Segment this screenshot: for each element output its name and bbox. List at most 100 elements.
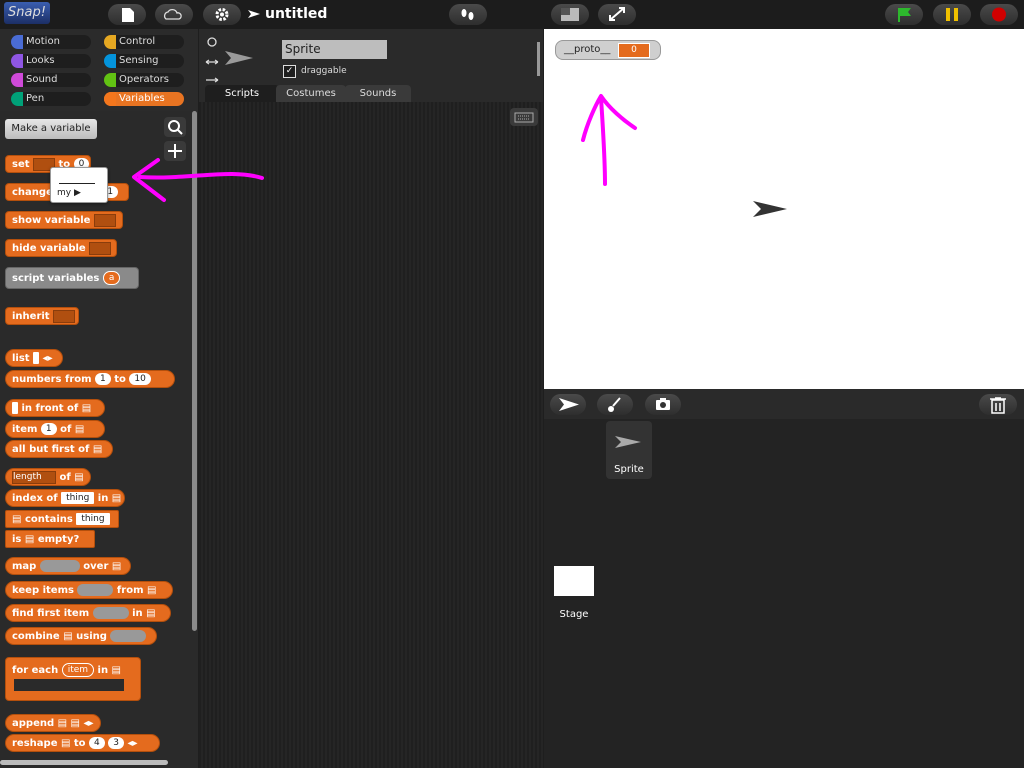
block-text: item bbox=[12, 424, 38, 435]
expand-icon bbox=[609, 7, 625, 21]
green-flag-button[interactable] bbox=[885, 4, 923, 25]
keyboard-entry-button[interactable] bbox=[510, 108, 538, 126]
reshape-block[interactable]: reshape ▤ to 4 3 ◂▸ bbox=[5, 734, 160, 752]
ring-slot[interactable] bbox=[77, 584, 114, 596]
tab-costumes[interactable]: Costumes bbox=[276, 85, 346, 102]
ring-slot[interactable] bbox=[92, 607, 129, 619]
list-block[interactable]: list ◂▸ bbox=[5, 349, 63, 367]
category-label: Sensing bbox=[119, 55, 159, 66]
item-of-block[interactable]: item 1 of ▤ bbox=[5, 420, 105, 438]
category-label: Looks bbox=[26, 55, 55, 66]
block-text: keep items bbox=[12, 585, 74, 596]
make-variable-button[interactable]: Make a variable bbox=[5, 119, 97, 139]
attribute-dropdown[interactable]: length bbox=[12, 470, 56, 484]
menu-item-label: my bbox=[57, 188, 72, 198]
append-block[interactable]: append ▤ ▤ ◂▸ bbox=[5, 714, 101, 732]
category-label: Variables bbox=[119, 93, 165, 104]
stage-label: Stage bbox=[559, 609, 589, 620]
category-motion[interactable]: Motion bbox=[11, 35, 91, 49]
find-first-item-block[interactable]: find first item in ▤ bbox=[5, 604, 171, 622]
category-sensing[interactable]: Sensing bbox=[104, 54, 184, 68]
block-text: all but first of bbox=[12, 444, 90, 455]
value-slot[interactable]: thing bbox=[76, 513, 110, 525]
file-icon bbox=[122, 8, 134, 22]
script-variables-block[interactable]: script variables a bbox=[5, 267, 139, 289]
snap-logo[interactable]: Snap! bbox=[4, 2, 50, 24]
map-block[interactable]: map over ▤ bbox=[5, 557, 131, 575]
settings-button[interactable] bbox=[203, 4, 241, 25]
menu-separator bbox=[59, 183, 95, 184]
category-pen[interactable]: Pen bbox=[11, 92, 91, 106]
tab-scripts[interactable]: Scripts bbox=[205, 85, 279, 102]
block-text: of bbox=[59, 472, 71, 483]
sprite-name-field[interactable]: Sprite bbox=[282, 40, 387, 59]
single-stepping-button[interactable] bbox=[449, 4, 487, 25]
category-control[interactable]: Control bbox=[104, 35, 184, 49]
block-text: to bbox=[114, 374, 126, 385]
trash-button[interactable] bbox=[979, 394, 1017, 415]
annotation-arrow-left bbox=[132, 158, 264, 202]
camera-sprite-button[interactable] bbox=[645, 394, 681, 415]
variable-dropdown[interactable] bbox=[89, 241, 112, 255]
combine-block[interactable]: combine ▤ using bbox=[5, 627, 157, 645]
inherit-block[interactable]: inherit bbox=[5, 307, 79, 325]
variable-slot[interactable]: a bbox=[102, 271, 121, 285]
length-of-block[interactable]: length of ▤ bbox=[5, 468, 91, 486]
value-slot[interactable]: 4 bbox=[89, 737, 105, 749]
value-slot[interactable]: thing bbox=[61, 492, 95, 504]
sprite-arrow[interactable] bbox=[752, 200, 788, 218]
value-slot[interactable]: 1 bbox=[95, 373, 111, 385]
hide-variable-block[interactable]: hide variable bbox=[5, 239, 117, 257]
tab-sounds[interactable]: Sounds bbox=[345, 85, 411, 102]
value-slot[interactable]: 3 bbox=[108, 737, 124, 749]
ring-slot[interactable] bbox=[39, 560, 80, 572]
block-text: over bbox=[83, 561, 109, 572]
all-but-first-block[interactable]: all but first of ▤ bbox=[5, 440, 113, 458]
add-turtle-sprite-button[interactable] bbox=[550, 394, 586, 415]
category-operators[interactable]: Operators bbox=[104, 73, 184, 87]
show-variable-block[interactable]: show variable bbox=[5, 211, 123, 229]
ring-slot[interactable] bbox=[110, 630, 147, 642]
category-sound[interactable]: Sound bbox=[11, 73, 91, 87]
in-front-of-block[interactable]: in front of ▤ bbox=[5, 399, 105, 417]
variable-dropdown[interactable] bbox=[53, 309, 76, 323]
pane-resizer[interactable] bbox=[537, 42, 540, 76]
stop-button[interactable] bbox=[980, 4, 1018, 25]
stage-thumbnail[interactable] bbox=[554, 566, 594, 596]
contains-block[interactable]: ▤ contains thing bbox=[5, 510, 119, 528]
presentation-mode-button[interactable] bbox=[598, 4, 636, 25]
draggable-checkbox[interactable]: ✓ bbox=[283, 65, 296, 78]
index-of-block[interactable]: index of thing in ▤ bbox=[5, 489, 125, 507]
footprints-icon bbox=[461, 9, 474, 20]
block-text: index of bbox=[12, 493, 58, 504]
flip-icon bbox=[205, 59, 219, 65]
block-text: contains bbox=[24, 514, 73, 525]
search-blocks-button[interactable] bbox=[164, 117, 186, 137]
keep-items-block[interactable]: keep items from ▤ bbox=[5, 581, 173, 599]
list-slot[interactable] bbox=[33, 352, 40, 364]
sprite-corral-icon[interactable]: Sprite bbox=[606, 421, 652, 479]
variable-watcher[interactable]: __proto__ 0 bbox=[555, 40, 661, 60]
numbers-from-block[interactable]: numbers from 1 to 10 bbox=[5, 370, 175, 388]
value-slot[interactable]: 10 bbox=[129, 373, 151, 385]
file-button[interactable] bbox=[108, 4, 146, 25]
variable-slot[interactable]: item bbox=[61, 663, 95, 677]
palette-hscrollbar[interactable] bbox=[0, 760, 168, 765]
stage-size-button[interactable] bbox=[551, 4, 589, 25]
is-empty-block[interactable]: is ▤ empty? bbox=[5, 530, 95, 548]
value-slot[interactable] bbox=[12, 402, 18, 414]
category-looks[interactable]: Looks bbox=[11, 54, 91, 68]
category-variables[interactable]: Variables bbox=[104, 92, 184, 106]
category-label: Motion bbox=[26, 36, 60, 47]
variable-dropdown[interactable] bbox=[93, 213, 116, 227]
block-text: hide variable bbox=[12, 243, 86, 254]
watcher-value: 0 bbox=[618, 43, 650, 58]
cloud-button[interactable] bbox=[155, 4, 193, 25]
category-label: Operators bbox=[119, 74, 169, 85]
block-text: reshape bbox=[12, 738, 58, 749]
pause-button[interactable] bbox=[933, 4, 971, 25]
paint-sprite-button[interactable] bbox=[597, 394, 633, 415]
value-slot[interactable]: 1 bbox=[40, 423, 57, 435]
menu-item-my[interactable]: my ▶ bbox=[57, 188, 81, 198]
watcher-label: __proto__ bbox=[564, 44, 611, 55]
